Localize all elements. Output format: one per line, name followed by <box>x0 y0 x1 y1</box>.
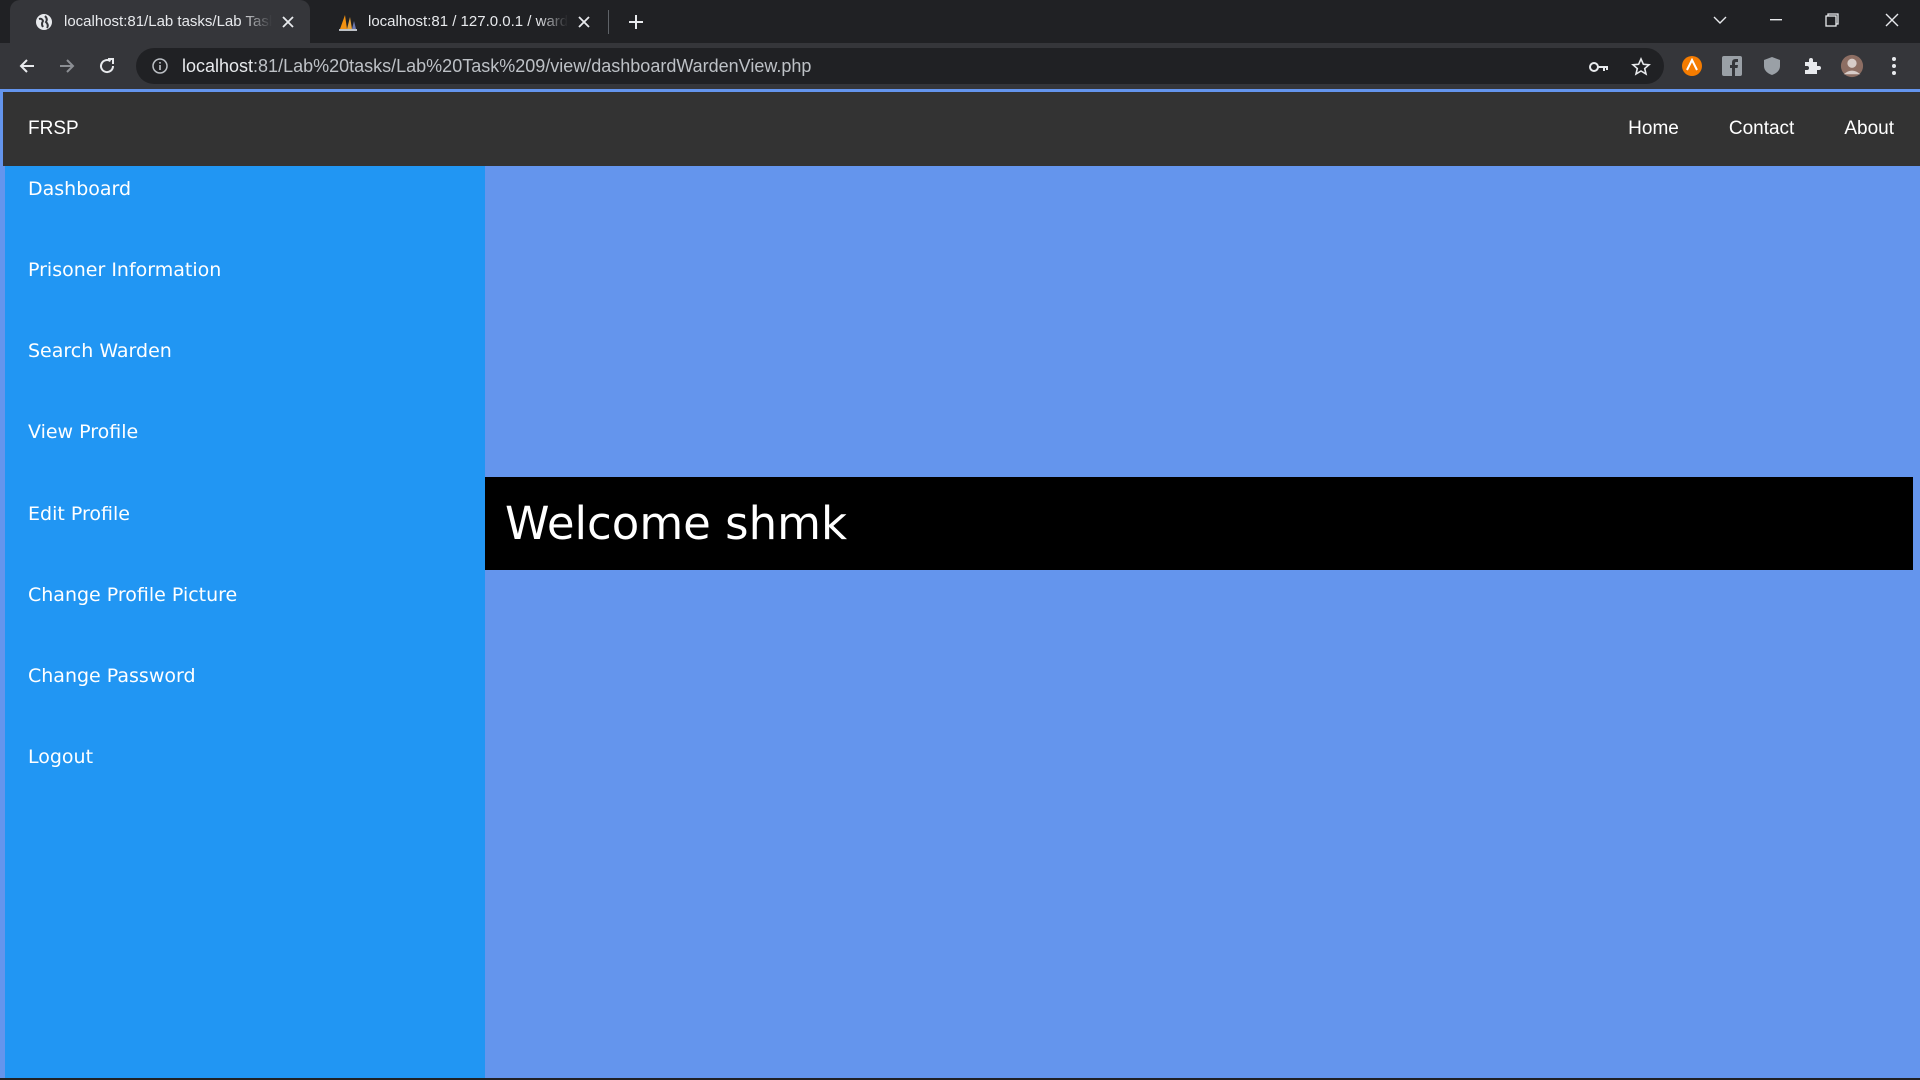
nav-about-link[interactable]: About <box>1844 118 1894 140</box>
arrow-right-icon <box>60 59 75 73</box>
close-icon[interactable] <box>574 12 594 32</box>
sidebar-item-dashboard[interactable]: Dashboard <box>28 178 131 200</box>
phpmyadmin-sail-icon <box>338 12 358 32</box>
tab-dashboard[interactable]: localhost:81/Lab tasks/Lab Task 9/view/d… <box>10 0 310 43</box>
star-icon[interactable] <box>1630 56 1652 78</box>
close-icon <box>1885 13 1899 27</box>
restore-button[interactable] <box>1804 0 1860 40</box>
back-button[interactable] <box>12 51 42 81</box>
url-text: localhost:81/Lab%20tasks/Lab%20Task%209/… <box>182 56 811 77</box>
minimize-icon <box>1770 19 1782 21</box>
url-host: localhost <box>182 55 254 76</box>
restore-icon <box>1825 13 1839 27</box>
reload-button[interactable] <box>92 51 122 81</box>
nav-home-link[interactable]: Home <box>1628 118 1679 140</box>
info-icon[interactable] <box>150 56 170 76</box>
shield-icon[interactable] <box>1760 54 1784 78</box>
brand-logo-text: FRSP <box>28 118 79 139</box>
plus-icon <box>629 15 643 29</box>
tab-title: localhost:81 / 127.0.0.1 / warden_db | p… <box>368 13 568 30</box>
top-nav-links: Home Contact About <box>1628 118 1894 140</box>
key-icon[interactable] <box>1588 56 1610 78</box>
top-navbar: FRSP Home Contact About <box>0 89 1920 166</box>
address-bar[interactable]: localhost:81/Lab%20tasks/Lab%20Task%209/… <box>136 48 1664 84</box>
puzzle-icon[interactable] <box>1800 54 1824 78</box>
sidebar-item-view-profile[interactable]: View Profile <box>28 421 138 443</box>
tab-separator <box>608 10 609 34</box>
browser-toolbar: localhost:81/Lab%20tasks/Lab%20Task%209/… <box>0 43 1920 89</box>
browser-tabstrip: localhost:81/Lab tasks/Lab Task 9/view/d… <box>0 0 1920 43</box>
extension-orange-icon[interactable] <box>1680 54 1704 78</box>
welcome-message: Welcome shmk <box>505 497 848 550</box>
nav-contact-link[interactable]: Contact <box>1729 118 1794 140</box>
tab-phpmyadmin[interactable]: localhost:81 / 127.0.0.1 / warden_db | p… <box>314 0 606 43</box>
globe-icon <box>34 12 54 32</box>
welcome-banner: Welcome shmk <box>485 477 1913 570</box>
new-tab-button[interactable] <box>622 8 650 36</box>
avatar[interactable] <box>1840 54 1864 78</box>
sidebar-item-edit-profile[interactable]: Edit Profile <box>28 503 130 525</box>
arrow-left-icon <box>19 59 34 73</box>
page-viewport: FRSP Home Contact About Dashboard Prison… <box>0 89 1920 1080</box>
minimize-button[interactable] <box>1748 0 1804 40</box>
facebook-extension-icon[interactable] <box>1720 54 1744 78</box>
sidebar-item-logout[interactable]: Logout <box>28 746 93 768</box>
close-icon[interactable] <box>278 12 298 32</box>
close-window-button[interactable] <box>1864 0 1920 40</box>
tab-search-button[interactable] <box>1692 0 1748 40</box>
sidebar-item-change-password[interactable]: Change Password <box>28 665 196 687</box>
sidebar: Dashboard Prisoner Information Search Wa… <box>5 166 485 1080</box>
url-path: :81/Lab%20tasks/Lab%20Task%209/view/dash… <box>253 55 812 76</box>
sidebar-item-change-profile-picture[interactable]: Change Profile Picture <box>28 584 237 606</box>
sidebar-item-prisoner-information[interactable]: Prisoner Information <box>28 259 221 281</box>
tab-title: localhost:81/Lab tasks/Lab Task 9/view/d… <box>64 13 272 30</box>
kebab-menu-icon[interactable] <box>1882 54 1906 78</box>
sidebar-item-search-warden[interactable]: Search Warden <box>28 340 172 362</box>
forward-button[interactable] <box>52 51 82 81</box>
reload-icon <box>100 58 115 74</box>
chevron-down-icon <box>1713 16 1727 24</box>
